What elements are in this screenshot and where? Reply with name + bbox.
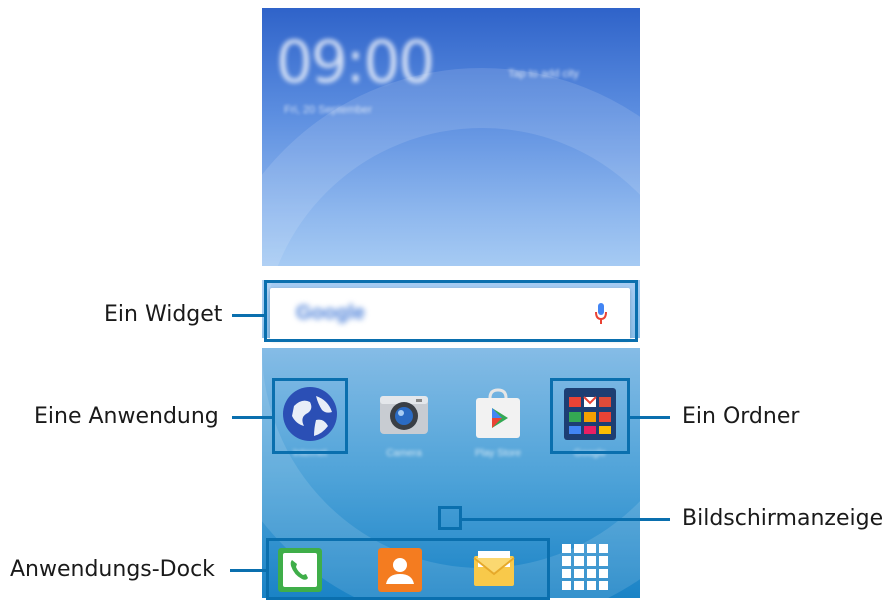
clock-widget[interactable]: 09:00 [276, 28, 435, 96]
play-store-icon [476, 388, 520, 438]
dock-callout-label: Anwendungs-Dock [10, 557, 215, 582]
app-leader-line [232, 416, 274, 419]
camera-icon [380, 396, 428, 434]
app-highlight [272, 378, 348, 454]
folder-highlight [550, 378, 630, 454]
app-label: Play Store [474, 448, 522, 459]
separator [262, 266, 640, 280]
widget-highlight [264, 280, 638, 342]
indicator-highlight [438, 506, 462, 530]
folder-leader-line [628, 416, 670, 419]
folder-callout-label: Ein Ordner [682, 404, 800, 429]
apps-grid-icon[interactable] [562, 544, 608, 590]
date-text: Fri, 20 September [284, 104, 373, 116]
widget-leader-line [232, 314, 266, 317]
indicator-callout-label: Bildschirmanzeige [682, 506, 884, 531]
dock-leader-line [230, 569, 268, 572]
app-label: Camera [386, 448, 422, 459]
app-callout-label: Eine Anwendung [34, 404, 219, 429]
dock-highlight [266, 538, 550, 600]
camera-app[interactable] [374, 384, 434, 444]
widget-callout-label: Ein Widget [104, 302, 223, 327]
weather-hint[interactable]: Tap to add city [508, 68, 579, 80]
play-store-app[interactable] [468, 384, 528, 444]
indicator-leader-line [460, 518, 670, 521]
